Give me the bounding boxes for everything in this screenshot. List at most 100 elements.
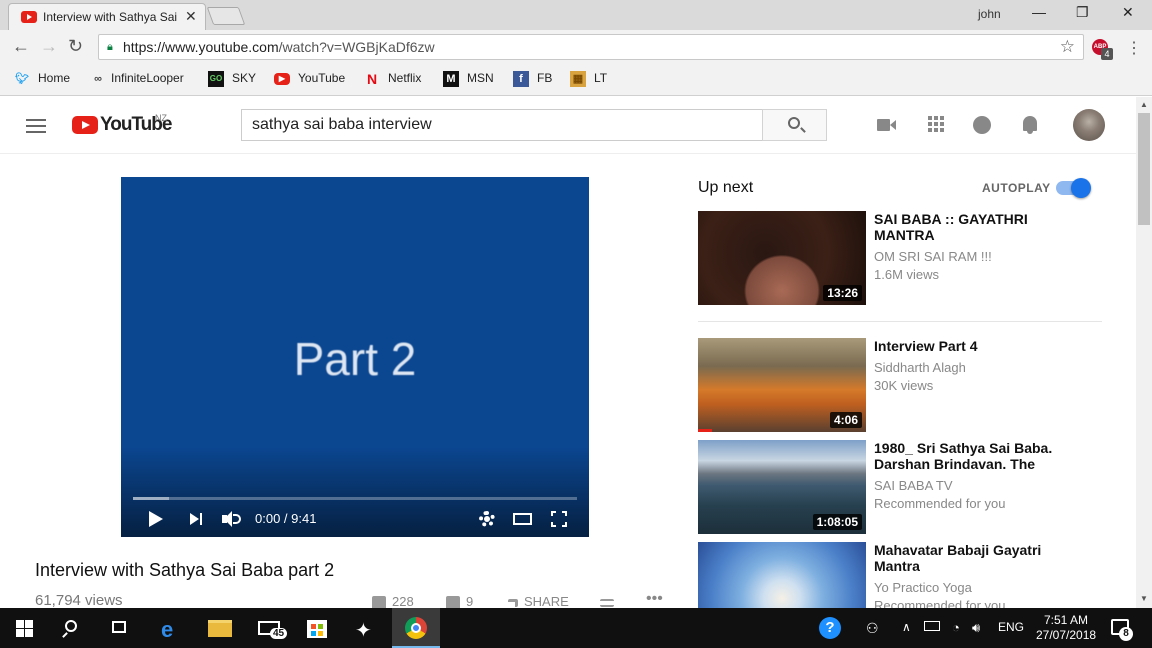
volume-button[interactable] — [222, 511, 244, 527]
address-bar[interactable]: 🔒︎ https://www.youtube.com/watch?v=WGBjK… — [98, 34, 1084, 60]
bookmark-netflix[interactable]: N Netflix — [364, 71, 421, 87]
store-icon[interactable] — [294, 608, 342, 648]
search-box[interactable] — [241, 109, 763, 141]
progress-bar[interactable] — [133, 497, 577, 500]
recommendation-item[interactable]: 4:06 Interview Part 4 Siddharth Alagh 30… — [698, 338, 1102, 434]
maximize-button[interactable]: ❐ — [1076, 4, 1089, 21]
fullscreen-button[interactable] — [551, 511, 567, 527]
scroll-thumb[interactable] — [1138, 113, 1150, 225]
tab-close-icon[interactable]: ✕ — [185, 8, 197, 25]
settings-gear-icon[interactable] — [479, 511, 495, 527]
language-indicator[interactable]: ENG — [998, 620, 1024, 634]
video-player[interactable]: Part 2 0:00 / 9:41 — [121, 177, 589, 537]
bookmark-msn[interactable]: M MSN — [443, 71, 494, 87]
duration-badge: 1:08:05 — [812, 514, 862, 530]
tab-title: Interview with Sathya Sai — [43, 10, 178, 24]
page-scrollbar[interactable]: ▲ ▼ — [1136, 97, 1152, 608]
autoplay-toggle[interactable] — [1056, 178, 1092, 198]
profile-name[interactable]: john — [978, 7, 1001, 21]
dropbox-icon[interactable]: ✦ — [342, 608, 390, 648]
system-clock[interactable]: 7:51 AM 27/07/2018 — [1036, 613, 1096, 643]
more-actions-icon[interactable]: ••• — [646, 590, 663, 608]
bookmark-star-icon[interactable]: ☆ — [1060, 37, 1075, 57]
lock-icon: 🔒︎ — [107, 41, 113, 53]
windows-taskbar: e 45 ✦ ? ⚇ ∧ ◔ 🔊︎ ENG — [0, 608, 1152, 648]
mail-icon[interactable]: 45 — [246, 608, 294, 648]
video-title: Interview with Sathya Sai Baba part 2 — [35, 560, 335, 580]
reload-icon[interactable]: ↻ — [68, 36, 83, 57]
search-input[interactable] — [242, 110, 762, 140]
recommendation-title[interactable]: Mahavatar Babaji Gayatri Mantra — [874, 542, 1084, 574]
forward-arrow-icon[interactable]: → — [40, 36, 58, 57]
bookmark-youtube[interactable]: ▶ YouTube — [274, 71, 345, 85]
autoplay-label: AUTOPLAY — [982, 181, 1051, 195]
up-next-heading: Up next — [698, 179, 754, 196]
help-icon[interactable]: ? — [812, 608, 848, 648]
start-windows-icon[interactable] — [0, 608, 48, 648]
task-view-icon[interactable] — [96, 608, 144, 648]
bookmark-sky[interactable]: GO SKY — [208, 71, 256, 87]
back-arrow-icon[interactable]: ← — [12, 36, 30, 57]
channel-name: Siddharth Alagh — [874, 360, 966, 375]
channel-name: OM SRI SAI RAM !!! — [874, 249, 992, 264]
bookmark-home[interactable]: 🐦︎ Home — [14, 71, 70, 87]
recommendation-reason: Recommended for you — [874, 598, 1006, 608]
video-thumbnail[interactable]: 1:08:05 — [698, 440, 866, 534]
recommendation-title[interactable]: Interview Part 4 — [874, 338, 1084, 354]
volume-icon[interactable]: 🔊︎ — [972, 620, 980, 636]
scroll-up-arrow-icon[interactable]: ▲ — [1140, 100, 1148, 109]
browser-tab-active[interactable]: Interview with Sathya Sai ✕ — [8, 3, 206, 31]
search-icon — [788, 117, 800, 129]
apps-grid-icon[interactable] — [927, 115, 947, 135]
playlist-add-icon — [600, 598, 614, 607]
tab-strip: Interview with Sathya Sai ✕ john — ❐ ✕ — [0, 0, 1152, 31]
recommendation-item[interactable]: 1:08:05 1980_ Sri Sathya Sai Baba. Darsh… — [698, 440, 1102, 536]
twitter-icon: 🐦︎ — [15, 73, 29, 85]
upload-video-camera-icon[interactable] — [877, 115, 897, 135]
theater-mode-button[interactable] — [513, 513, 532, 525]
add-to-playlist-button[interactable] — [600, 594, 620, 609]
video-thumbnail[interactable] — [698, 542, 866, 608]
chrome-taskbar-icon[interactable] — [392, 608, 440, 648]
bookmark-lt[interactable]: ▦ LT — [570, 71, 607, 87]
show-hidden-icons-chevron-icon[interactable]: ∧ — [902, 620, 911, 634]
url-text: https://www.youtube.com/watch?v=WGBjKaDf… — [123, 39, 435, 55]
search-button[interactable] — [762, 109, 827, 141]
share-button[interactable]: SHARE — [508, 594, 569, 609]
wifi-icon[interactable]: ◔ — [952, 620, 960, 635]
new-tab-button[interactable] — [206, 7, 246, 25]
bookmark-fb[interactable]: f FB — [513, 71, 552, 87]
recommendation-item[interactable]: Mahavatar Babaji Gayatri Mantra Yo Pract… — [698, 542, 1102, 608]
menu-hamburger-icon[interactable] — [26, 119, 46, 133]
recommendation-title[interactable]: SAI BABA :: GAYATHRI MANTRA — [874, 211, 1084, 243]
browser-menu-icon[interactable]: ⋮ — [1126, 38, 1142, 58]
youtube-icon: ▶ — [274, 72, 290, 85]
close-window-button[interactable]: ✕ — [1122, 4, 1134, 21]
netflix-icon: N — [366, 71, 378, 87]
edge-browser-icon[interactable]: e — [148, 608, 196, 648]
play-button[interactable] — [149, 511, 163, 527]
next-button[interactable] — [190, 513, 204, 525]
infinity-icon: ∞ — [94, 73, 102, 85]
scroll-down-arrow-icon[interactable]: ▼ — [1140, 594, 1148, 603]
channel-name: SAI BABA TV — [874, 478, 953, 493]
facebook-icon: f — [513, 71, 529, 87]
minimize-button[interactable]: — — [1032, 4, 1046, 20]
notifications-bell-icon[interactable] — [1021, 115, 1041, 135]
search-icon[interactable] — [48, 608, 96, 648]
youtube-logo-icon[interactable] — [72, 116, 98, 134]
messages-icon[interactable] — [973, 115, 993, 135]
battery-icon[interactable] — [924, 621, 940, 631]
sky-go-icon: GO — [208, 71, 224, 87]
notification-count: 8 — [1119, 627, 1133, 641]
account-avatar[interactable] — [1073, 109, 1105, 141]
recommendation-title[interactable]: 1980_ Sri Sathya Sai Baba. Darshan Brind… — [874, 440, 1084, 474]
duration-badge: 4:06 — [829, 412, 862, 428]
divider — [698, 321, 1102, 322]
recommendation-item[interactable]: 13:26 SAI BABA :: GAYATHRI MANTRA OM SRI… — [698, 211, 1102, 307]
people-icon[interactable]: ⚇ — [866, 620, 879, 637]
bookmark-infinitelooper[interactable]: ∞ InfiniteLooper — [90, 71, 184, 87]
file-explorer-icon[interactable] — [196, 608, 244, 648]
video-thumbnail[interactable]: 13:26 — [698, 211, 866, 305]
video-thumbnail[interactable]: 4:06 — [698, 338, 866, 432]
